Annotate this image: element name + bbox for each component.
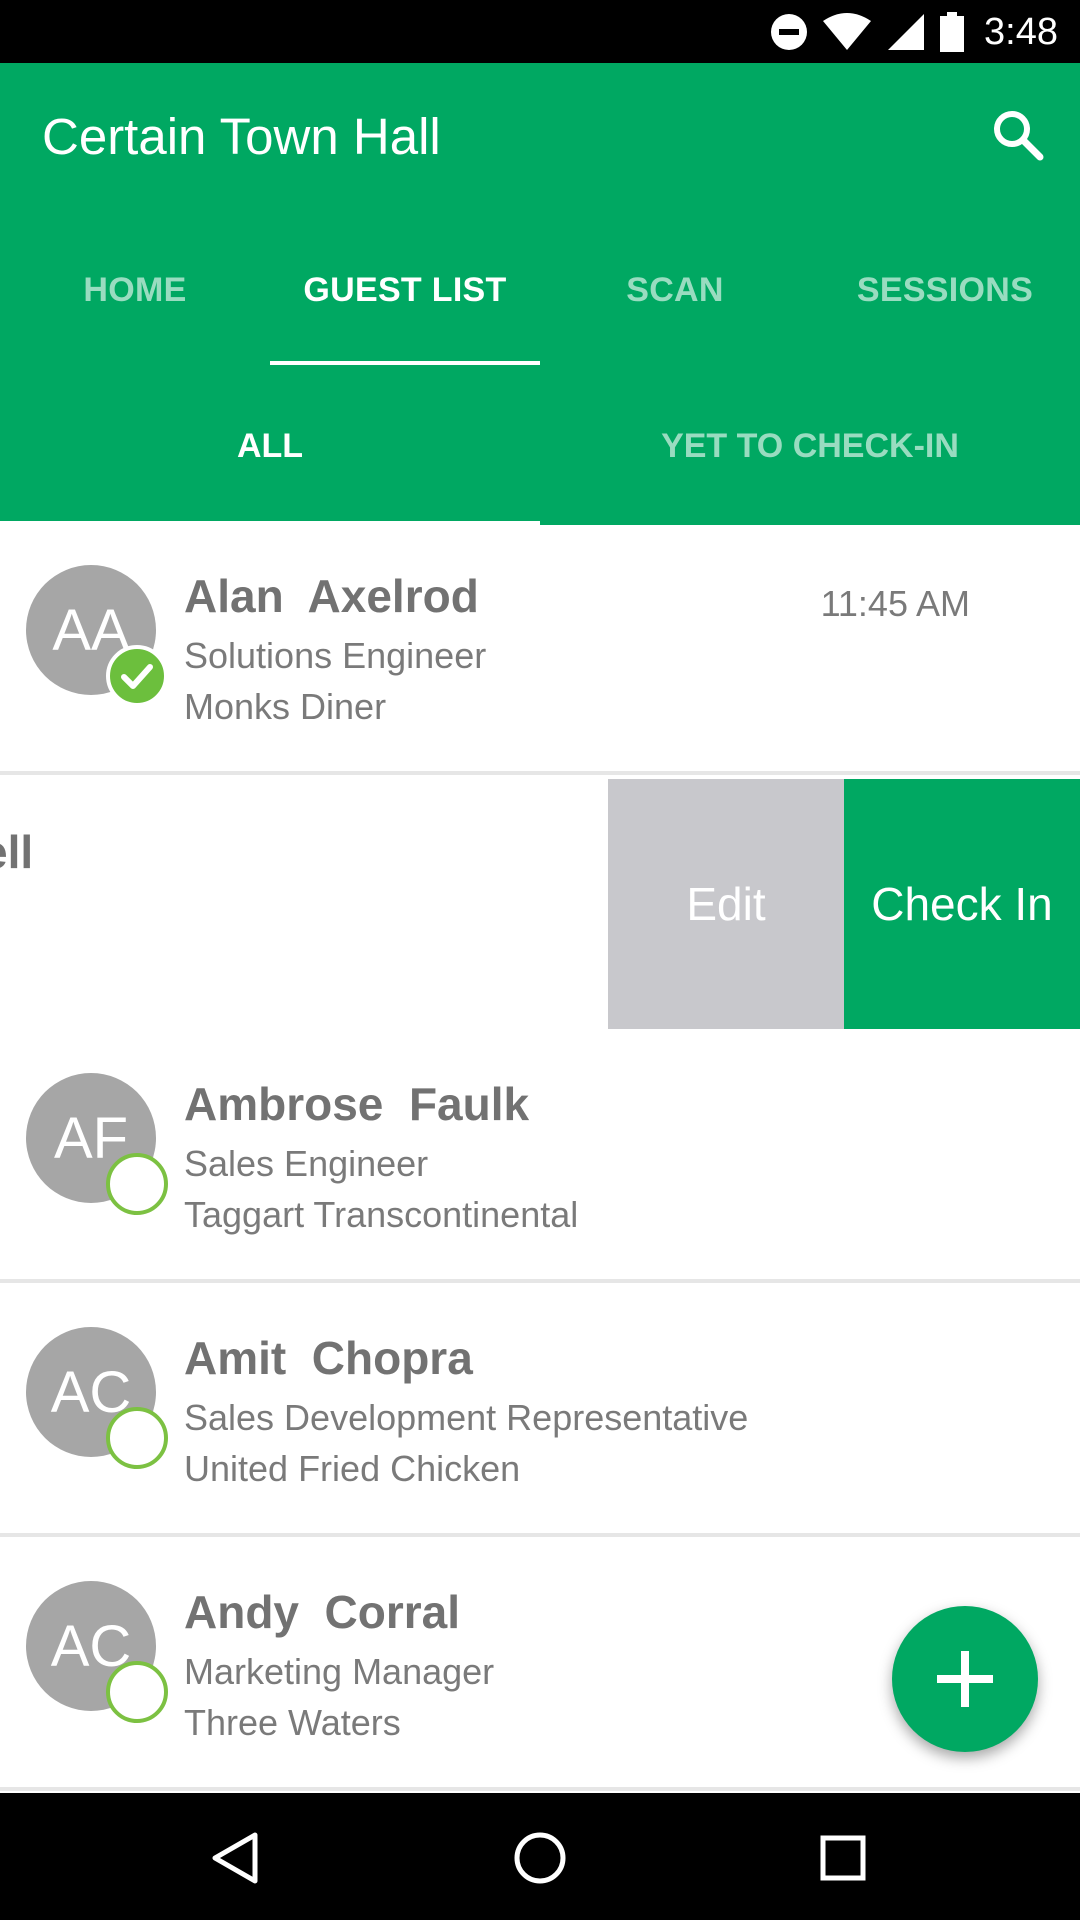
filter-tabs: ALL YET TO CHECK-IN [0,383,1080,525]
home-button[interactable] [505,1823,575,1893]
guest-title: Sales Development Representative [184,1397,749,1438]
guest-row[interactable]: AF Ambrose Faulk Sales Engineer Taggart … [0,1033,1080,1283]
not-checked-in-icon [106,1661,168,1723]
battery-icon [940,12,965,52]
guest-row[interactable]: AA Alan Axelrod Solutions Engineer Monks… [0,525,1080,775]
subtab-yet-to-check-in[interactable]: YET TO CHECK-IN [540,383,1080,525]
guest-company: Monks Diner [184,686,387,727]
guest-title: Sales Engineer [184,1143,429,1184]
do-not-disturb-icon [771,14,808,50]
guest-list[interactable]: AA Alan Axelrod Solutions Engineer Monks… [0,525,1080,1793]
guest-name: ell [0,826,34,878]
subtab-all[interactable]: ALL [0,383,540,525]
home-icon [514,1832,566,1884]
guest-name: Alan Axelrod [184,570,479,622]
status-bar: 3:48 [0,0,1080,63]
guest-title: Marketing Manager [184,1651,495,1692]
tab-sessions[interactable]: SESSIONS [810,241,1080,365]
search-icon [994,111,1044,161]
guest-company: United Fried Chicken [184,1448,521,1489]
guest-name: Andy Corral [184,1586,461,1638]
guest-row[interactable]: AC Amit Chopra Sales Development Represe… [0,1287,1080,1537]
tab-indicator [270,361,540,365]
guest-name: Amit Chopra [184,1332,473,1384]
guest-title: Solutions Engineer [184,635,487,676]
navigation-bar [0,1793,1080,1920]
tab-guest-list[interactable]: GUEST LIST [270,241,540,365]
add-guest-button[interactable] [892,1606,1038,1752]
recents-button[interactable] [808,1823,878,1893]
guest-company: Three Waters [184,1702,401,1743]
back-icon [212,1832,258,1884]
check-in-button[interactable]: Check In [844,779,1080,1029]
app-title: Certain Town Hall [42,108,441,165]
edit-button[interactable]: Edit [608,779,844,1029]
status-time: 3:48 [984,10,1058,53]
check-in-time: 11:45 AM [820,583,970,624]
status-icons: 3:48 [770,8,1058,56]
guest-name: Ambrose Faulk [184,1078,530,1130]
wifi-icon [823,13,872,50]
swiped-row-content[interactable]: ell [0,779,608,1029]
tab-scan[interactable]: SCAN [540,241,810,365]
guest-company: Taggart Transcontinental [184,1194,579,1235]
not-checked-in-icon [106,1407,168,1469]
search-button[interactable] [982,99,1054,171]
app-bar: Certain Town Hall HOME GUEST LIST SCAN S… [0,63,1080,527]
cell-signal-icon [888,14,925,50]
guest-row-swiped[interactable]: ell Edit Check In [0,779,1080,1029]
checked-in-icon [106,645,168,707]
tab-home[interactable]: HOME [0,241,270,365]
main-tabs: HOME GUEST LIST SCAN SESSIONS [0,241,1080,365]
recents-icon [820,1835,866,1881]
plus-icon [937,1651,993,1707]
not-checked-in-icon [106,1153,168,1215]
back-button[interactable] [200,1823,270,1893]
